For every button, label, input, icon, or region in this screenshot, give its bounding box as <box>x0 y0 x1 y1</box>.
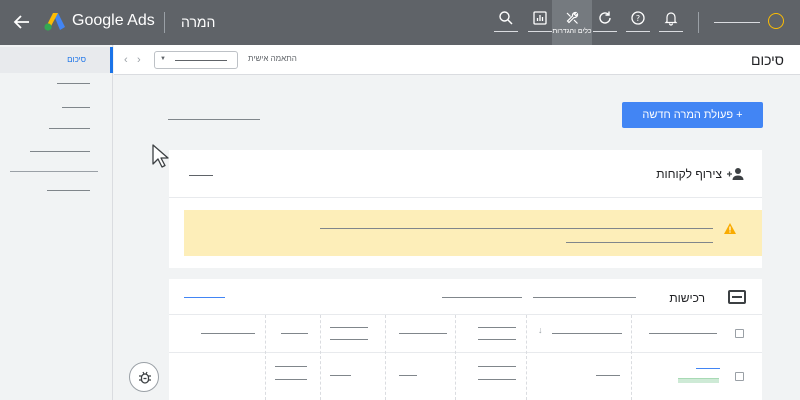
sidebar-item-placeholder[interactable] <box>47 190 90 191</box>
bell-icon <box>664 12 678 26</box>
back-arrow-icon[interactable] <box>12 12 32 32</box>
column-header[interactable] <box>330 327 368 328</box>
text-placeholder <box>168 119 260 120</box>
divider <box>169 197 762 198</box>
divider <box>164 12 165 33</box>
help-button[interactable]: ? <box>626 0 650 45</box>
wrench-icon <box>566 11 579 24</box>
status-badge <box>678 378 719 383</box>
account-avatar[interactable] <box>768 13 784 29</box>
purchases-card: רכישות ↓ <box>169 279 762 400</box>
reports-button[interactable] <box>527 0 553 45</box>
divider <box>169 314 762 315</box>
chevron-left-icon[interactable]: ‹ <box>124 54 128 66</box>
column-header[interactable] <box>201 333 255 334</box>
table-cell <box>478 379 516 380</box>
table-cell <box>399 375 417 376</box>
column-header[interactable] <box>281 333 308 334</box>
search-icon <box>499 11 513 25</box>
sidebar-item-placeholder[interactable] <box>30 151 90 152</box>
table-cell <box>275 379 307 380</box>
filter-bar: ‹ › ▼ התאמה אישית סיכום <box>114 45 800 75</box>
column-header[interactable] <box>478 327 516 328</box>
column-divider <box>320 315 321 400</box>
text-placeholder <box>442 297 522 298</box>
sidebar-item-label: סיכום <box>67 55 86 64</box>
search-button[interactable] <box>494 0 518 45</box>
select-all-checkbox[interactable] <box>728 290 746 304</box>
column-header[interactable] <box>649 333 717 334</box>
tools-caption: כלים והגדרות <box>552 28 592 35</box>
underline <box>659 31 683 32</box>
underline <box>593 31 617 32</box>
table-cell <box>478 366 516 367</box>
person-add-icon <box>727 168 744 180</box>
column-header[interactable] <box>478 339 516 340</box>
page-title: המרה <box>181 14 216 30</box>
refresh-button[interactable] <box>593 0 617 45</box>
row-checkbox[interactable] <box>735 329 744 338</box>
feedback-button[interactable] <box>129 362 159 392</box>
sort-arrow-icon[interactable]: ↓ <box>538 325 543 335</box>
column-header[interactable] <box>552 333 622 334</box>
row-checkbox[interactable] <box>735 372 744 381</box>
underline <box>494 31 518 32</box>
sidebar-item-summary[interactable]: סיכום <box>0 47 113 73</box>
tools-settings-button[interactable]: כלים והגדרות <box>552 0 592 45</box>
sidebar-item-placeholder[interactable] <box>49 128 90 129</box>
warning-text-placeholder <box>320 228 713 229</box>
warning-icon <box>724 223 736 234</box>
table-cell <box>596 375 620 376</box>
customer-acquisition-card: צירוף לקוחות <box>169 150 762 268</box>
column-divider <box>631 315 632 400</box>
reports-icon <box>533 11 547 25</box>
warning-banner <box>184 210 762 256</box>
divider <box>169 352 762 353</box>
notifications-button[interactable] <box>659 0 683 45</box>
date-range-dropdown[interactable]: ▼ <box>154 51 238 69</box>
summary-title: סיכום <box>750 52 784 68</box>
account-name-placeholder[interactable] <box>714 22 760 23</box>
underline <box>626 31 650 32</box>
sidebar: סיכום <box>0 45 113 400</box>
svg-text:?: ? <box>636 14 640 23</box>
table-cell <box>330 375 351 376</box>
dropdown-arrow-icon: ▼ <box>160 56 166 62</box>
table-cell <box>275 366 307 367</box>
sidebar-item-placeholder[interactable] <box>57 83 90 84</box>
new-conversion-action-button[interactable]: פעולת המרה חדשה + <box>622 102 763 128</box>
custom-range-label: התאמה אישית <box>248 54 297 63</box>
warning-link-placeholder[interactable] <box>566 242 713 243</box>
refresh-icon <box>599 11 611 24</box>
card-action-placeholder[interactable] <box>189 175 213 176</box>
underline <box>528 31 552 32</box>
text-placeholder <box>533 297 636 298</box>
column-divider <box>526 315 527 400</box>
bug-icon <box>139 371 151 384</box>
column-divider <box>265 315 266 400</box>
dropdown-value-placeholder <box>175 60 227 61</box>
conversion-name-link[interactable] <box>696 368 720 369</box>
column-divider <box>385 315 386 400</box>
mouse-pointer-icon <box>152 144 169 168</box>
brand-name: Google Ads <box>72 12 155 29</box>
help-icon: ? <box>631 11 645 25</box>
column-header[interactable] <box>330 339 368 340</box>
column-header[interactable] <box>399 333 447 334</box>
card-title: צירוף לקוחות <box>656 167 722 181</box>
divider <box>698 12 699 33</box>
chevron-right-icon[interactable]: › <box>137 54 141 66</box>
google-ads-logo <box>44 13 65 31</box>
column-divider <box>455 315 456 400</box>
card-title: רכישות <box>669 291 705 305</box>
sidebar-item-placeholder[interactable] <box>62 107 90 108</box>
top-app-bar: Google Ads המרה כלים והגדרות ? <box>0 0 800 45</box>
card-link-placeholder[interactable] <box>184 297 225 298</box>
sidebar-separator <box>10 171 98 172</box>
